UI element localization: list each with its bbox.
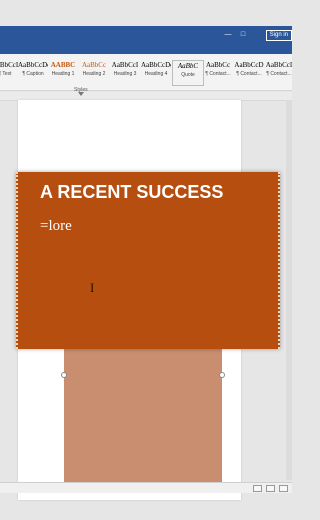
document-shape[interactable] bbox=[64, 346, 222, 486]
minimize-icon[interactable]: — bbox=[223, 30, 233, 40]
maximize-icon[interactable]: □ bbox=[238, 30, 248, 40]
style-option[interactable]: AaBbCc Heading 2 bbox=[79, 60, 109, 84]
read-mode-icon[interactable] bbox=[253, 485, 262, 492]
style-option[interactable]: AaBbCcI Heading 3 bbox=[110, 60, 140, 84]
status-bar bbox=[0, 482, 292, 493]
style-label: Heading 3 bbox=[113, 71, 137, 77]
resize-handle[interactable] bbox=[61, 372, 67, 378]
style-label: Quote bbox=[181, 72, 195, 78]
sign-in-button[interactable]: Sign in bbox=[265, 30, 292, 41]
slide-body-text[interactable]: =lore bbox=[40, 218, 72, 235]
style-sample: AaBbCcI bbox=[111, 61, 139, 69]
indent-marker[interactable] bbox=[78, 92, 84, 96]
style-option[interactable]: AaBbC Quote bbox=[172, 60, 204, 86]
style-sample: AaBbCcDc bbox=[141, 61, 171, 69]
web-layout-icon[interactable] bbox=[279, 485, 288, 492]
text-cursor-icon: I bbox=[90, 280, 95, 295]
style-option[interactable]: AABBC Heading 1 bbox=[48, 60, 78, 84]
styles-ribbon: AaBbCcI ¶ Text AaBbCcDc ¶ Caption AABBC … bbox=[0, 54, 292, 91]
style-sample: AaBbCcDc bbox=[18, 61, 48, 69]
style-option[interactable]: AaBbCcDc ¶ Caption bbox=[18, 60, 48, 84]
style-sample: AaBbCcD bbox=[234, 61, 264, 69]
style-sample: AaBbCc bbox=[81, 61, 107, 69]
style-label: Heading 2 bbox=[82, 71, 106, 77]
style-label: ¶ Contact... bbox=[236, 71, 262, 77]
title-bar: — □ Sign in bbox=[0, 26, 292, 54]
slide-title[interactable]: A RECENT SUCCESS bbox=[40, 182, 223, 203]
style-option[interactable]: AaBbCcI ¶ Contact... bbox=[264, 60, 294, 84]
style-label: Heading 4 bbox=[144, 71, 168, 77]
vertical-scrollbar[interactable] bbox=[286, 100, 292, 480]
style-sample: AaBbCc bbox=[205, 61, 231, 69]
style-sample: AABBC bbox=[50, 61, 76, 69]
print-layout-icon[interactable] bbox=[266, 485, 275, 492]
style-label: ¶ Caption bbox=[22, 71, 44, 77]
style-option[interactable]: AaBbCcDc Heading 4 bbox=[141, 60, 171, 84]
style-label: Heading 1 bbox=[51, 71, 75, 77]
style-label: ¶ Text bbox=[0, 71, 12, 77]
slide-card[interactable]: A RECENT SUCCESS =lore I bbox=[16, 172, 280, 349]
style-sample: AaBbCcI bbox=[265, 61, 293, 69]
style-option[interactable]: AaBbCcI ¶ Text bbox=[0, 60, 20, 84]
style-option[interactable]: AaBbCcD ¶ Contact... bbox=[234, 60, 264, 84]
style-option[interactable]: AaBbCc ¶ Contact... bbox=[203, 60, 233, 84]
style-sample: AaBbC bbox=[177, 62, 199, 70]
style-label: ¶ Contact... bbox=[266, 71, 292, 77]
resize-handle[interactable] bbox=[219, 372, 225, 378]
style-sample: AaBbCcI bbox=[0, 61, 19, 69]
style-label: ¶ Contact... bbox=[205, 71, 231, 77]
